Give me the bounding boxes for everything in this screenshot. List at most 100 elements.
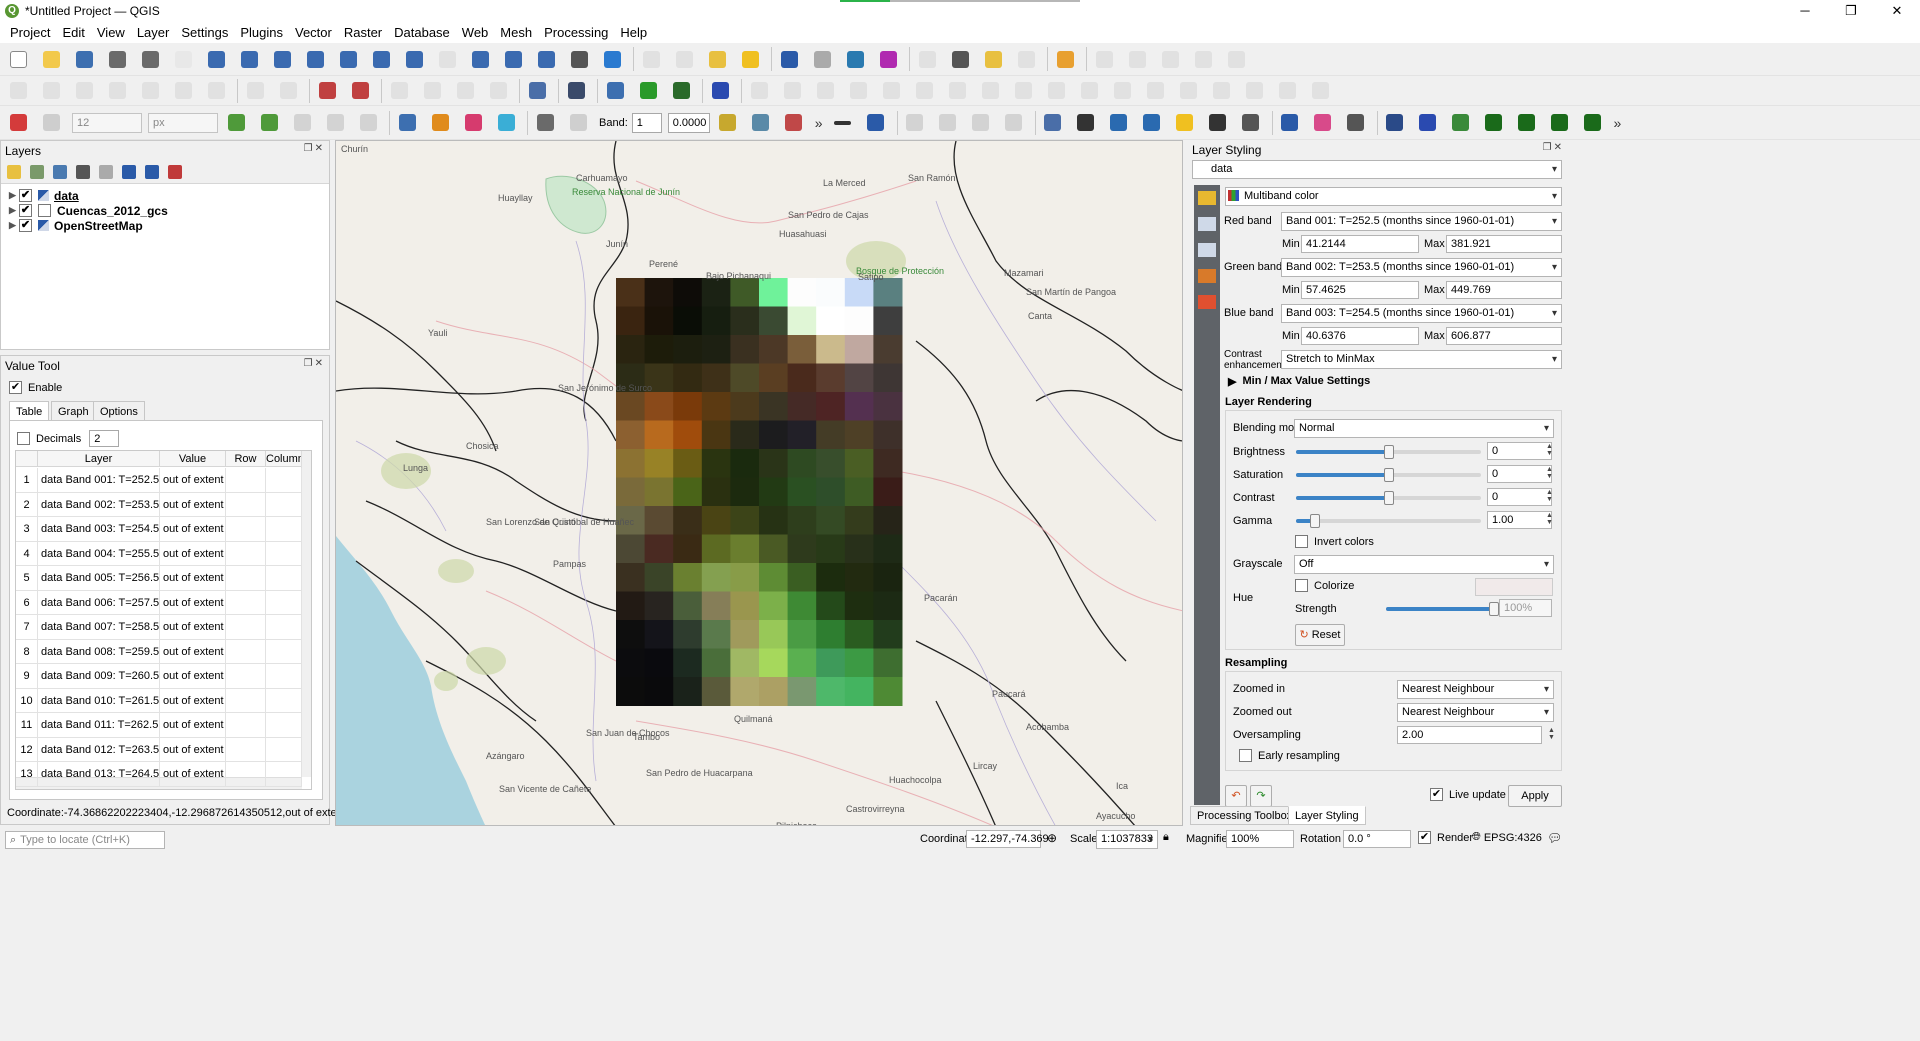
blue-band-select[interactable]: Band 003: T=254.5 (months since 1960-01-… [1281, 304, 1562, 323]
histogram-tab-icon[interactable] [1198, 243, 1216, 257]
panel-float-close-icons[interactable]: ❐✕ [1543, 142, 1564, 153]
saturation-spin-arrows[interactable]: ▲ ▼ [1546, 466, 1553, 480]
table-row[interactable]: 13 data Band 013: T=264.5 ... out of exten… [16, 762, 302, 787]
gps-icon[interactable] [564, 79, 588, 103]
python-console-icon[interactable] [603, 79, 627, 103]
collapse-all-icon[interactable] [145, 165, 159, 179]
adv-r-icon[interactable] [1308, 79, 1332, 103]
deselect-icon[interactable] [738, 47, 762, 71]
adv-j-icon[interactable] [1044, 79, 1068, 103]
table-row[interactable]: 9 data Band 009: T=260.5 ... out of extent [16, 664, 302, 689]
blue-max-input[interactable]: 606.877 [1446, 327, 1562, 345]
grayscale-select[interactable]: Off [1294, 555, 1554, 574]
menu-raster[interactable]: Raster [338, 25, 388, 40]
zoom-native-icon[interactable] [435, 47, 459, 71]
minimize-icon[interactable]: ─ [1782, 0, 1828, 21]
reset-button[interactable]: ↻ Reset [1295, 624, 1345, 646]
select-features-icon[interactable] [672, 47, 696, 71]
measure-icon[interactable] [981, 47, 1005, 71]
erase-icon[interactable] [749, 111, 773, 135]
colorize-row[interactable]: Colorize [1295, 579, 1354, 592]
brush-icon[interactable] [782, 111, 806, 135]
oversampling-spin-arrows[interactable]: ▲ ▼ [1548, 727, 1555, 741]
digitize-icon[interactable] [6, 111, 30, 135]
blending-mode-select[interactable]: Normal [1294, 419, 1554, 438]
table-row[interactable]: 8 data Band 008: T=259.5 ... out of extent [16, 639, 302, 664]
band-offset-input[interactable]: 0.0000 [667, 112, 710, 133]
saturation-slider[interactable] [1296, 468, 1481, 482]
undo-style-button[interactable]: ↶ [1225, 785, 1247, 807]
scale-select[interactable]: 1:1037833 [1096, 830, 1158, 849]
layer-visibility-checkbox[interactable]: ✔ [19, 219, 32, 232]
zoom-next-icon[interactable] [501, 47, 525, 71]
database-icon[interactable] [525, 79, 549, 103]
menu-web[interactable]: Web [456, 25, 495, 40]
print-layout-icon[interactable] [138, 47, 162, 71]
menu-view[interactable]: View [91, 25, 131, 40]
open-project-icon[interactable] [39, 47, 63, 71]
shape-tool-icon[interactable] [224, 111, 248, 135]
green-min-input[interactable]: 57.4625 [1301, 281, 1419, 299]
expand-arrow-icon[interactable]: ▶ [9, 220, 19, 231]
graph-icon[interactable] [1344, 111, 1368, 135]
rendering-tab-icon[interactable] [1198, 269, 1216, 283]
live-update-checkbox[interactable]: ✔ [1430, 788, 1443, 801]
edit-c-icon[interactable] [969, 111, 993, 135]
zoom-out-icon[interactable] [303, 47, 327, 71]
table-row[interactable]: 12 data Band 012: T=263.5 ... out of exten… [16, 737, 302, 762]
adv-q-icon[interactable] [1275, 79, 1299, 103]
brightness-slider[interactable] [1296, 445, 1481, 459]
green-band-select[interactable]: Band 002: T=253.5 (months since 1960-01-… [1281, 258, 1562, 277]
expand-all-icon[interactable] [122, 165, 136, 179]
table-row[interactable]: 4 data Band 004: T=255.5 ... out of extent [16, 541, 302, 566]
save-all-icon[interactable] [72, 79, 96, 103]
fill-ring-icon[interactable] [257, 111, 281, 135]
adv-e-icon[interactable] [879, 79, 903, 103]
statistics-icon[interactable] [876, 47, 900, 71]
label-d-icon[interactable] [420, 79, 444, 103]
zoom-in-icon[interactable] [270, 47, 294, 71]
green-max-input[interactable]: 449.769 [1446, 281, 1562, 299]
red-max-input[interactable]: 381.921 [1446, 235, 1562, 253]
new-map-view-icon[interactable] [534, 47, 558, 71]
layer-item-openstreetmap[interactable]: ▶ ✔ OpenStreetMap [9, 218, 143, 233]
adv-a-icon[interactable] [747, 79, 771, 103]
contrast-value-input[interactable]: 0 [1487, 488, 1552, 506]
zoom-to-layer-icon[interactable] [402, 47, 426, 71]
blue-min-input[interactable]: 40.6376 [1301, 327, 1419, 345]
band-select[interactable]: 1 [631, 112, 662, 133]
zoom-full-icon[interactable] [336, 47, 360, 71]
select-all-icon[interactable] [705, 47, 729, 71]
open-table-icon[interactable] [948, 47, 972, 71]
contrast-spin-arrows[interactable]: ▲ ▼ [1546, 489, 1553, 503]
menu-help[interactable]: Help [614, 25, 653, 40]
table-row[interactable]: 11 data Band 011: T=262.5 ... out of exten… [16, 713, 302, 738]
copy-icon[interactable] [243, 79, 267, 103]
label-tool-icon[interactable] [1041, 111, 1065, 135]
early-resampling-checkbox[interactable] [1239, 749, 1252, 762]
plugin-b-icon[interactable] [461, 111, 485, 135]
adv-p-icon[interactable] [1242, 79, 1266, 103]
menu-vector[interactable]: Vector [289, 25, 338, 40]
label-e-icon[interactable] [453, 79, 477, 103]
table-row[interactable]: 1 data Band 001: T=252.5 ... out of extent [16, 468, 302, 493]
zoom-last-icon[interactable] [468, 47, 492, 71]
contrast-enhancement-select[interactable]: Stretch to MinMax [1281, 350, 1562, 369]
menu-layer[interactable]: Layer [131, 25, 176, 40]
map-canvas[interactable]: Churín Carhuamayo Huayllay Reserva Nacional… [335, 140, 1183, 826]
paste-icon[interactable] [276, 79, 300, 103]
help-icon[interactable] [708, 79, 732, 103]
enable-checkbox[interactable]: ✔ [9, 381, 22, 394]
render-checkbox[interactable]: ✔ [1418, 831, 1431, 844]
gamma-slider[interactable] [1296, 514, 1481, 528]
layer-select[interactable]: data [1192, 160, 1562, 179]
size-spinbox[interactable]: 12 [72, 112, 142, 133]
menu-icon[interactable] [831, 111, 855, 135]
gamma-value-input[interactable]: 1.00 [1487, 511, 1552, 529]
column-header-layer[interactable]: Layer [38, 451, 160, 466]
new-3d-view-icon[interactable] [567, 47, 591, 71]
saturation-value-input[interactable]: 0 [1487, 465, 1552, 483]
temporal-controller-icon[interactable] [600, 47, 624, 71]
layer-visibility-checkbox[interactable]: ✔ [19, 204, 32, 217]
red-min-input[interactable]: 41.2144 [1301, 235, 1419, 253]
